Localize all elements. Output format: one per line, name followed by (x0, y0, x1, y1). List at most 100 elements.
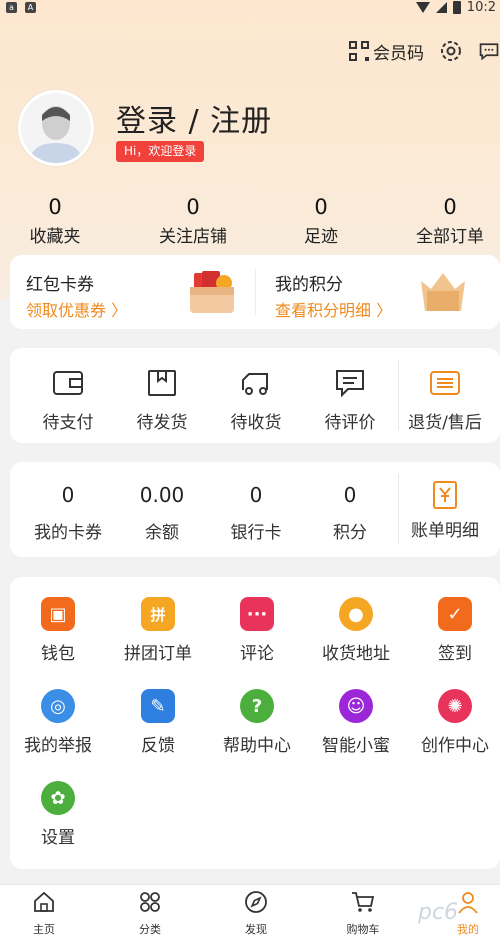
service-label: 智能小蜜 (322, 736, 390, 756)
cart-icon (352, 892, 375, 912)
qr-code-icon (349, 41, 369, 61)
stat-label: 关注店铺 (159, 227, 227, 247)
comment-icon (333, 366, 367, 400)
service-settings[interactable]: ✿ 设置 (10, 781, 106, 848)
order-pending-shipment[interactable]: 待发货 (114, 366, 210, 433)
service-label: 评论 (240, 644, 274, 664)
tab-label: 购物车 (346, 923, 380, 936)
home-icon (34, 891, 54, 912)
welcome-badge: Hi，欢迎登录 (116, 141, 205, 162)
avatar[interactable] (18, 90, 94, 166)
service-label: 我的举报 (24, 736, 92, 756)
promo-card: 红包卡券 领取优惠券 〉 我的积分 查看积分明细 〉 (10, 255, 500, 329)
clock: 10:2 (466, 0, 496, 15)
service-assistant[interactable]: ☺ 智能小蜜 (308, 689, 404, 756)
service-label: 签到 (438, 644, 472, 664)
stat-footprints[interactable]: 0 足迹 (266, 196, 376, 247)
truck-icon (239, 366, 273, 400)
box-icon (145, 366, 179, 400)
service-label: 拼团订单 (124, 644, 192, 664)
tab-home[interactable]: 主页 (14, 889, 74, 937)
service-review[interactable]: ··· 评论 (209, 597, 305, 664)
service-wallet[interactable]: ▣ 钱包 (10, 597, 106, 664)
message-button[interactable] (478, 38, 500, 64)
stat-label: 足迹 (304, 227, 338, 247)
asset-value: 0 (249, 483, 263, 507)
notification-icon: a (6, 2, 17, 13)
tab-label: 主页 (33, 923, 55, 936)
service-address[interactable]: ● 收货地址 (308, 597, 404, 664)
stat-value: 0 (48, 195, 62, 219)
compass-icon (245, 891, 267, 913)
order-label: 待发货 (136, 413, 188, 433)
stat-label: 收藏夹 (29, 227, 81, 247)
stat-value: 0 (443, 195, 457, 219)
watermark: pc6 (418, 900, 459, 925)
service-checkin[interactable]: ✓ 签到 (407, 597, 500, 664)
return-icon (428, 366, 462, 400)
service-help[interactable]: ? 帮助中心 (209, 689, 305, 756)
service-group-order[interactable]: 拼 拼团订单 (110, 597, 206, 664)
asset-bank-card[interactable]: 0 银行卡 (208, 482, 304, 543)
asset-label: 我的卡券 (34, 523, 102, 543)
services-card: ▣ 钱包 拼 拼团订单 ··· 评论 ● 收货地址 ✓ 签到 ◎ 我的举报 ✎ … (10, 577, 500, 869)
stat-favorites[interactable]: 0 收藏夹 (0, 196, 110, 247)
feedback-icon: ✎ (141, 689, 175, 723)
vip-code-label: 会员码 (373, 43, 424, 64)
service-feedback[interactable]: ✎ 反馈 (110, 689, 206, 756)
order-returns[interactable]: 退货/售后 (397, 366, 493, 433)
asset-label: 账单明细 (411, 521, 479, 541)
stat-all-orders[interactable]: 0 全部订单 (395, 196, 500, 247)
wallet-icon (51, 366, 85, 400)
service-report[interactable]: ◎ 我的举报 (10, 689, 106, 756)
settings-gear-button[interactable] (438, 38, 464, 64)
tab-discover[interactable]: 发现 (226, 889, 286, 937)
stat-value: 0 (314, 195, 328, 219)
order-label: 待支付 (42, 413, 94, 433)
service-label: 钱包 (41, 644, 75, 664)
service-label: 创作中心 (421, 736, 489, 756)
tab-category[interactable]: 分类 (120, 889, 180, 937)
group-order-icon: 拼 (141, 597, 175, 631)
points-title: 我的积分 (275, 275, 343, 295)
order-pending-payment[interactable]: 待支付 (20, 366, 116, 433)
bill-icon (428, 480, 462, 510)
default-avatar-icon (21, 93, 91, 163)
order-pending-receipt[interactable]: 待收货 (208, 366, 304, 433)
order-label: 退货/售后 (408, 413, 482, 433)
checkin-icon: ✓ (438, 597, 472, 631)
asset-value: 0.00 (139, 483, 185, 507)
login-register-link[interactable]: 登录 / 注册 (116, 96, 272, 140)
asset-value: 0 (61, 483, 75, 507)
order-pending-review[interactable]: 待评价 (302, 366, 398, 433)
report-icon: ◎ (41, 689, 75, 723)
orders-card: 待支付 待发货 待收货 待评价 退货/售后 (10, 348, 500, 443)
asset-bill-details[interactable]: 账单明细 (397, 480, 493, 541)
points-link[interactable]: 查看积分明细 〉 (275, 297, 392, 321)
aperture-icon: ✺ (438, 689, 472, 723)
asset-coupons[interactable]: 0 我的卡券 (20, 482, 116, 543)
coupon-link[interactable]: 领取优惠券 〉 (26, 297, 127, 321)
coupon-title: 红包卡券 (26, 275, 94, 295)
vip-code-button[interactable]: 会员码 (349, 39, 424, 64)
asset-value: 0 (343, 483, 357, 507)
profile-icon (458, 892, 478, 914)
wifi-icon (415, 2, 430, 13)
stat-label: 全部订单 (416, 227, 484, 247)
stat-followed-shops[interactable]: 0 关注店铺 (138, 196, 248, 247)
asset-points[interactable]: 0 积分 (302, 482, 398, 543)
stats-row: 0 收藏夹 0 关注店铺 0 足迹 0 全部订单 (0, 196, 500, 247)
help-icon: ? (240, 689, 274, 723)
assets-card: 0 我的卡券 0.00 余额 0 银行卡 0 积分 账单明细 (10, 462, 500, 557)
red-envelope-icon (190, 271, 234, 313)
tab-cart[interactable]: 购物车 (333, 889, 393, 937)
asset-label: 积分 (333, 523, 367, 543)
chat-bubble-icon (479, 43, 499, 61)
top-actions: 会员码 (349, 38, 500, 64)
stat-value: 0 (186, 195, 200, 219)
crown-icon (421, 273, 465, 311)
service-label: 收货地址 (322, 644, 390, 664)
location-icon: ● (339, 597, 373, 631)
service-creation-center[interactable]: ✺ 创作中心 (407, 689, 500, 756)
asset-balance[interactable]: 0.00 余额 (114, 482, 210, 543)
